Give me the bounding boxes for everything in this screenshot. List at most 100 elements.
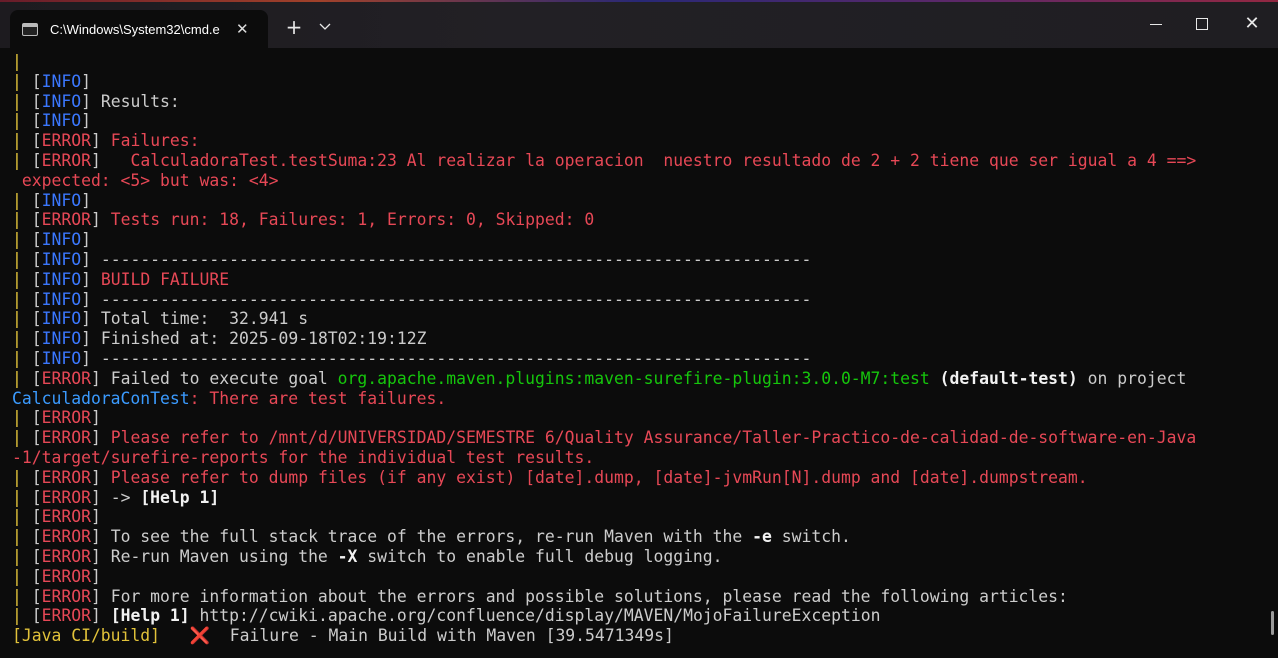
terminal-text: ERROR	[41, 151, 91, 170]
terminal-text: [	[31, 250, 42, 269]
terminal-text: CalculadoraConTest	[12, 388, 190, 408]
terminal-text: Failures:	[110, 131, 200, 151]
terminal-text: |	[12, 606, 32, 626]
failure-x-icon: ❌	[189, 626, 211, 646]
terminal-text: Tests run: 18, Failures: 1, Errors: 0, S…	[110, 210, 595, 230]
terminal-line: | [INFO] -------------------------------…	[12, 290, 811, 310]
terminal-window: C:\Windows\System32\cmd.e ✕ + ✕ | | [INFO…	[0, 0, 1278, 658]
terminal-text: [	[31, 487, 42, 507]
terminal-text: Please refer to dump files (if any exist…	[110, 467, 1088, 487]
terminal-text: |	[12, 190, 32, 210]
terminal-text: |	[12, 586, 32, 606]
terminal-text: ] Total time: 32.941 s	[81, 309, 309, 329]
maximize-button[interactable]	[1179, 8, 1225, 40]
terminal-text: (default-test)	[929, 368, 1078, 388]
terminal-text: [	[31, 71, 42, 91]
terminal-text: |	[12, 309, 32, 329]
terminal-text: [	[31, 190, 42, 210]
close-icon: ✕	[1244, 13, 1260, 34]
terminal-text: BUILD FAILURE	[100, 269, 230, 289]
scrollbar[interactable]	[1268, 48, 1278, 658]
terminal-line: | [ERROR] CalculadoraTest.testSuma:23 Al…	[12, 151, 1196, 171]
terminal-text: [	[31, 467, 42, 487]
terminal-text: [	[31, 566, 42, 586]
terminal-text: ]	[81, 269, 101, 289]
close-window-button[interactable]: ✕	[1229, 8, 1275, 40]
terminal-text: [	[31, 349, 42, 368]
terminal-line: | [INFO] Results:	[12, 92, 180, 112]
terminal-text: |	[12, 210, 32, 230]
terminal-text: INFO	[41, 289, 82, 309]
tab-dropdown-button[interactable]	[311, 13, 339, 41]
terminal-output[interactable]: | | [INFO] | [INFO] Results: | [INFO] | [ERR…	[0, 48, 1268, 658]
terminal-text: ] Results:	[81, 91, 180, 111]
terminal-line: [Java CI/build] ❌ Failure - Main Build w…	[12, 626, 674, 646]
terminal-text: |	[12, 527, 32, 547]
terminal-text: [	[31, 547, 42, 566]
terminal-text: ]	[90, 151, 131, 170]
terminal-text: ]	[81, 230, 91, 250]
new-tab-button[interactable]: +	[280, 13, 308, 41]
terminal-text: |	[12, 230, 32, 250]
terminal-text: |	[12, 507, 32, 527]
scrollbar-thumb[interactable]	[1271, 611, 1274, 635]
terminal-text: ERROR	[41, 467, 91, 487]
terminal-text: ERROR	[41, 547, 91, 566]
tab-title: C:\Windows\System32\cmd.e	[50, 21, 220, 37]
terminal-text: INFO	[41, 111, 82, 131]
terminal-text: CalculadoraTest.testSuma:23 Al realizar …	[130, 151, 1197, 170]
terminal-text: ]	[90, 467, 111, 487]
minimize-button[interactable]	[1133, 8, 1179, 40]
terminal-text: ]	[90, 507, 101, 527]
terminal-text: -e	[752, 527, 772, 547]
terminal-text: http://cwiki.apache.org/confluence/displ…	[189, 606, 881, 626]
terminal-text: INFO	[41, 349, 82, 368]
terminal-text: [	[31, 131, 42, 151]
terminal-line: | [ERROR]	[12, 567, 101, 587]
terminal-text: |	[12, 131, 32, 151]
terminal-text: INFO	[41, 71, 82, 91]
terminal-text: |	[12, 111, 32, 131]
terminal-text: |	[12, 250, 32, 269]
terminal-text: switch.	[771, 527, 851, 547]
terminal-text: |	[12, 289, 32, 309]
terminal-line: | [INFO]	[12, 230, 91, 250]
terminal-text: org.apache.maven.plugins:maven-surefire-…	[337, 368, 930, 388]
terminal-line: | [ERROR] Failures:	[12, 131, 200, 151]
terminal-line: | [ERROR] Please refer to /mnt/d/UNIVERS…	[12, 428, 1196, 448]
terminal-text: INFO	[41, 91, 82, 111]
terminal-text: ERROR	[41, 131, 91, 151]
terminal-text: |	[12, 428, 32, 448]
terminal-text: Failure - Main Build with Maven [39.5471…	[210, 626, 674, 646]
terminal-line: | [INFO] -------------------------------…	[12, 349, 811, 369]
terminal-line: | [ERROR] Please refer to dump files (if…	[12, 468, 1088, 488]
terminal-text: |	[12, 52, 22, 71]
terminal-text: |	[12, 547, 32, 566]
terminal-text: ] For more information about the errors …	[90, 586, 1068, 606]
terminal-text: |	[12, 566, 32, 586]
terminal-text: |	[12, 487, 32, 507]
tab-cmd[interactable]: C:\Windows\System32\cmd.e ✕	[10, 10, 268, 48]
terminal-text: ERROR	[41, 210, 91, 230]
terminal-line: | [INFO] Finished at: 2025-09-18T02:19:1…	[12, 329, 427, 349]
terminal-text: [Help 1]	[110, 606, 190, 626]
terminal-line: | [INFO]	[12, 72, 91, 92]
terminal-line: | [ERROR] [Help 1] http://cwiki.apache.o…	[12, 606, 880, 626]
terminal-text: ]	[81, 111, 91, 131]
terminal-text: |	[12, 368, 32, 388]
terminal-text: |	[12, 467, 32, 487]
terminal-text: INFO	[41, 309, 82, 329]
tab-close-icon[interactable]: ✕	[236, 20, 249, 38]
terminal-text: |	[12, 408, 32, 428]
terminal-text: [	[31, 527, 42, 547]
terminal-text: |	[12, 329, 32, 349]
terminal-line: | [ERROR] Re-run Maven using the -X swit…	[12, 547, 723, 567]
terminal-text: INFO	[41, 250, 82, 269]
terminal-line: -1/target/surefire-reports for the indiv…	[12, 448, 594, 468]
terminal-text: ]	[81, 190, 91, 210]
terminal-text: INFO	[41, 329, 82, 349]
terminal-text: [Java CI/build]	[12, 626, 161, 646]
terminal-line: | [INFO] Total time: 32.941 s	[12, 309, 308, 329]
terminal-text: [	[31, 309, 42, 329]
terminal-text: [	[31, 151, 42, 170]
